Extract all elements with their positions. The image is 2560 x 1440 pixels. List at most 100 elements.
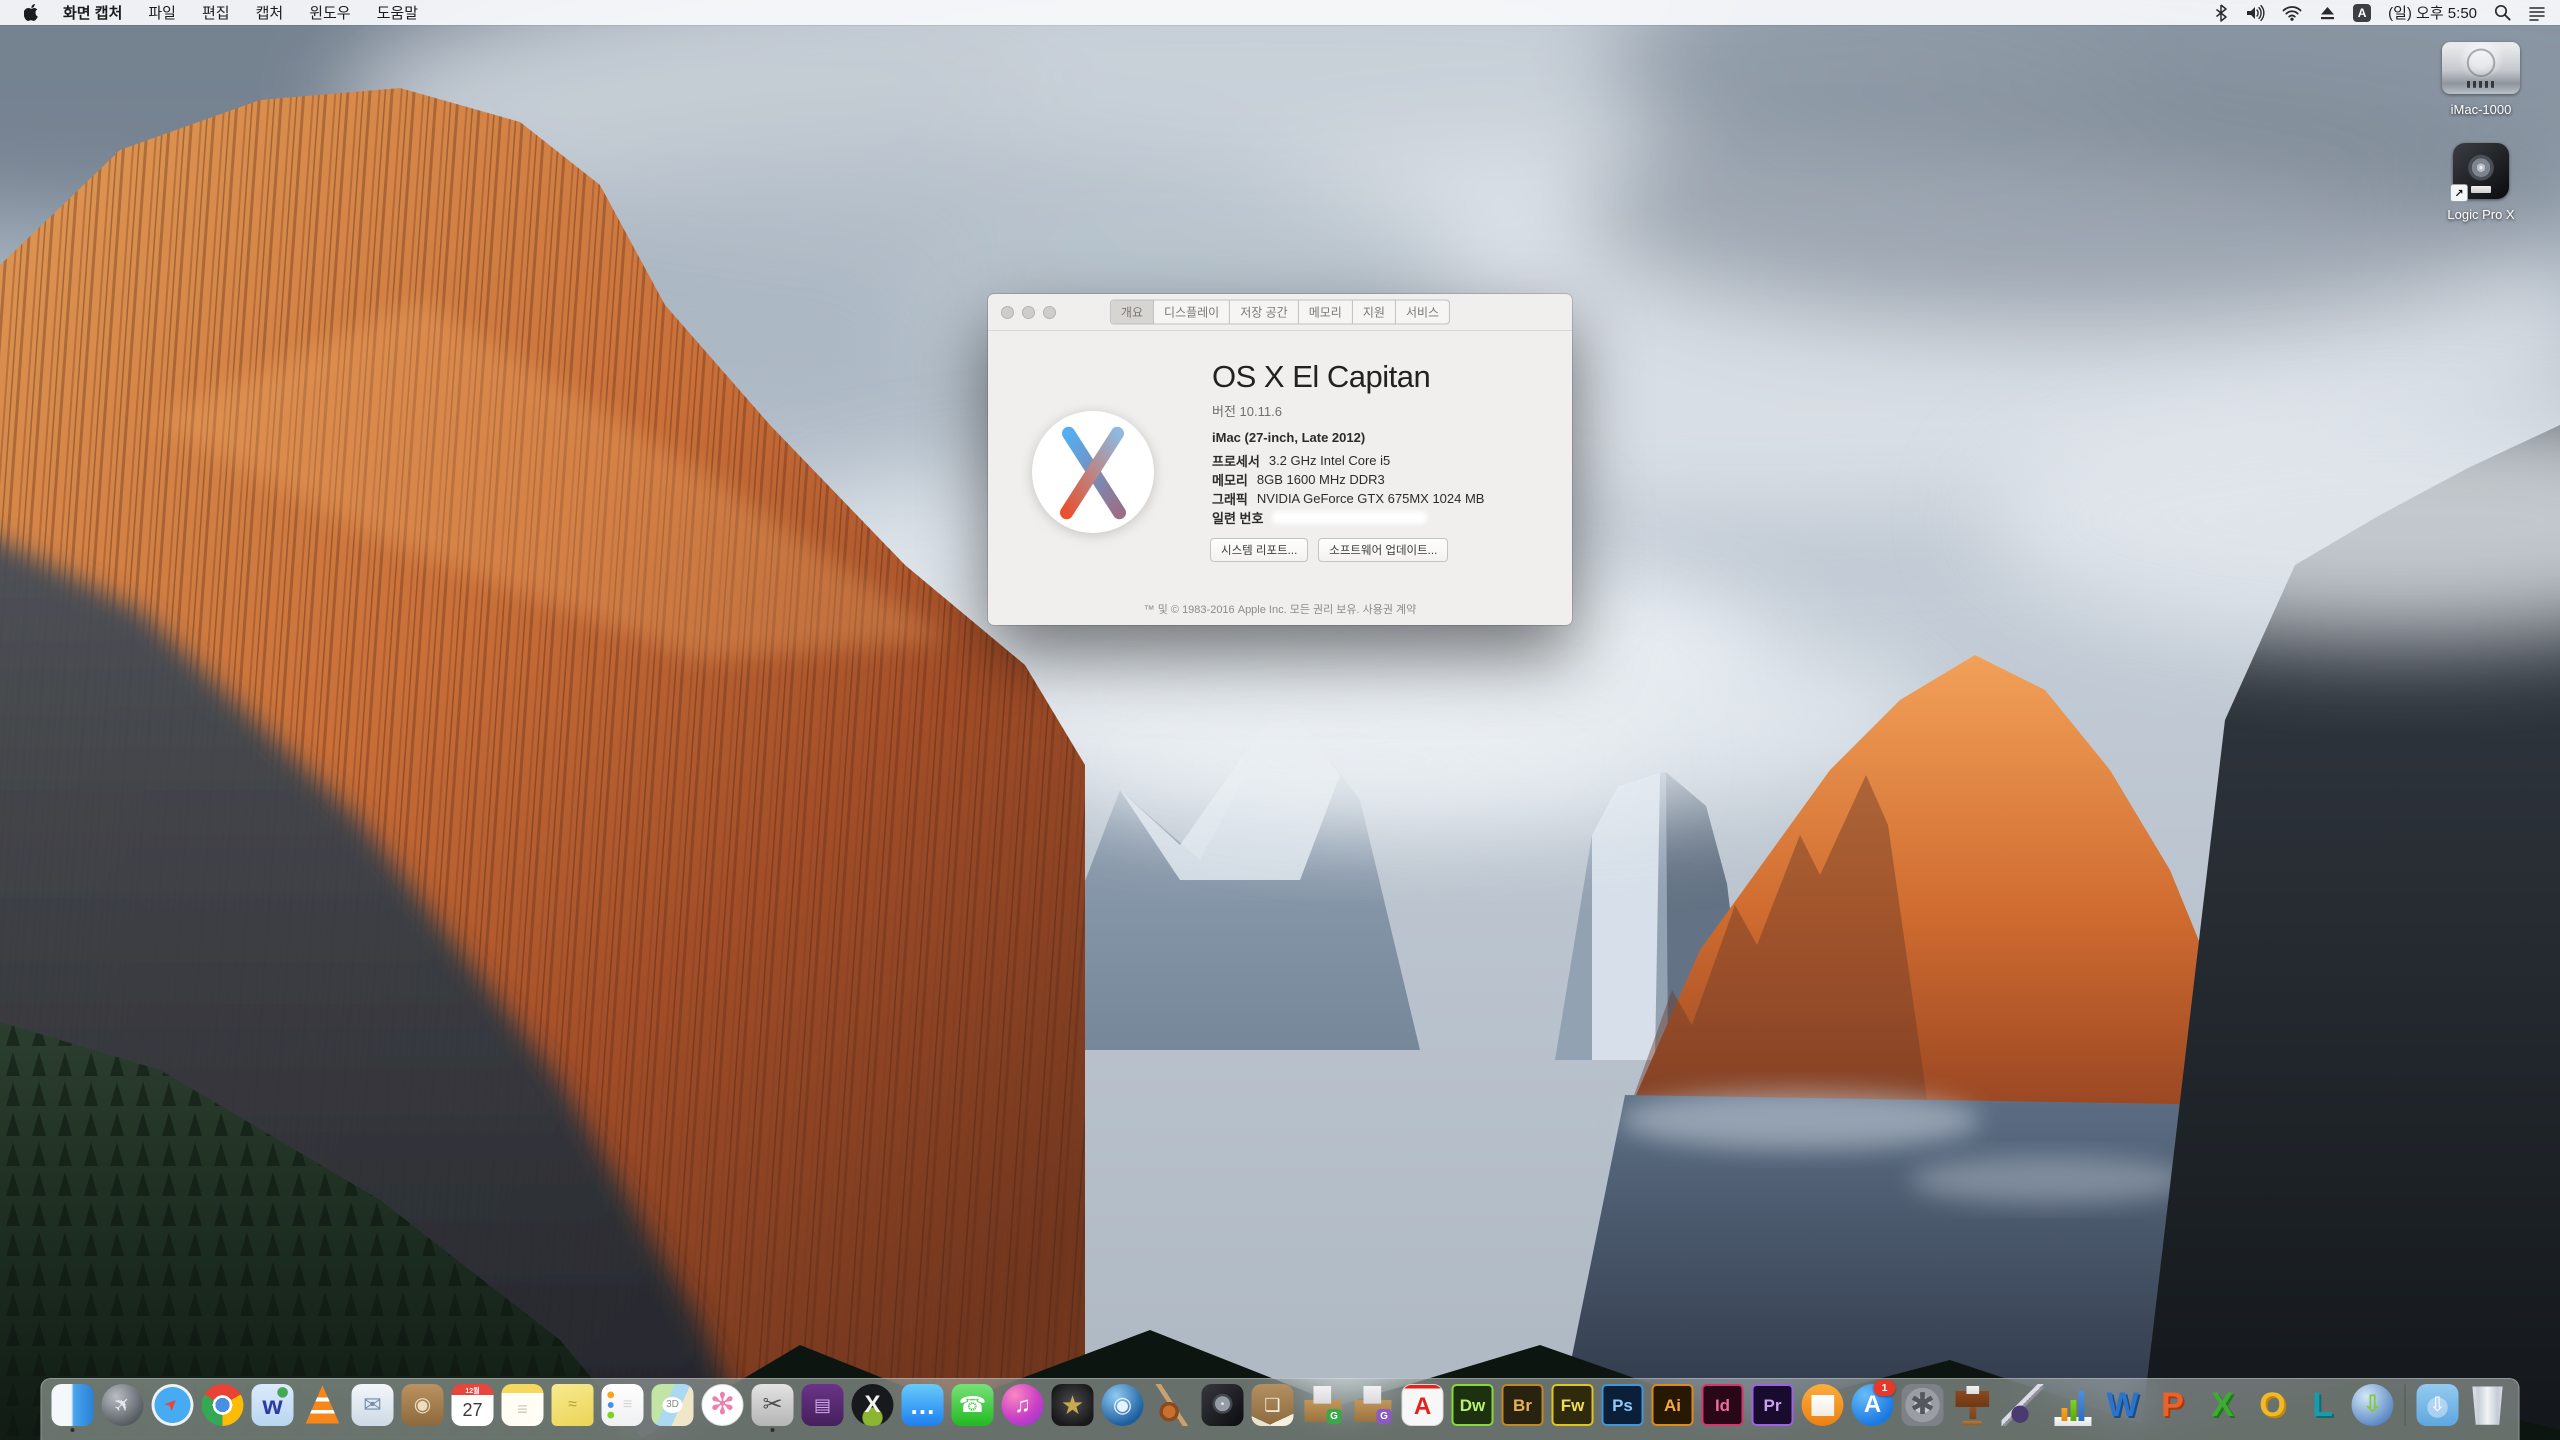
powerpoint-dock-item[interactable]: P [2152, 1384, 2194, 1432]
web-downloader-dock-item[interactable]: ⇩ [2352, 1384, 2394, 1432]
stickies-glyph: ≈ [568, 1397, 577, 1413]
tab-1[interactable]: 디스플레이 [1154, 301, 1230, 324]
downloads-folder-icon: ⇩ [2417, 1384, 2459, 1426]
webhard-dock-item[interactable]: w [252, 1384, 294, 1432]
tab-4[interactable]: 지원 [1353, 301, 1396, 324]
system-preferences-dock-item[interactable]: ✱ [1902, 1384, 1944, 1432]
notes-glyph: ≡ [517, 1400, 528, 1418]
volume-icon[interactable] [2245, 4, 2265, 22]
word-dock-item[interactable]: W [2102, 1384, 2144, 1432]
eject-icon[interactable] [2319, 5, 2336, 21]
software-update-button[interactable]: 소프트웨어 업데이트... [1318, 538, 1448, 562]
keynote-dock-item[interactable] [1952, 1384, 1994, 1432]
close-button[interactable] [1001, 306, 1014, 319]
excel-icon: X [2202, 1384, 2244, 1426]
mail-dock-item[interactable]: ✉ [352, 1384, 394, 1432]
photos-dock-item[interactable]: ✻ [702, 1384, 744, 1432]
garageband-dock-item[interactable] [1152, 1384, 1194, 1432]
premiere-dock-item[interactable]: Pr [1752, 1384, 1794, 1432]
about-buttons: 시스템 리포트... 소프트웨어 업데이트... [1210, 538, 1448, 562]
menu-item-1[interactable]: 파일 [148, 2, 176, 23]
input-source-badge[interactable]: A [2353, 4, 2371, 22]
photo-collage-dock-item[interactable]: ❏ [1252, 1384, 1294, 1432]
system-preferences-glyph: ✱ [1910, 1390, 1935, 1420]
stickies-dock-item[interactable]: ≈ [552, 1384, 594, 1432]
word-icon: W [2102, 1384, 2144, 1426]
spec-label-1: 메모리 [1212, 470, 1248, 489]
window-titlebar[interactable]: 개요디스플레이저장 공간메모리지원서비스 [988, 294, 1572, 331]
minimize-button[interactable] [1022, 306, 1035, 319]
spotlight-icon[interactable] [2494, 4, 2511, 21]
itunes-dock-item[interactable]: ♫ [1002, 1384, 1044, 1432]
logic-pro-x-icon: ↗ [2453, 143, 2509, 199]
notification-center-icon[interactable] [2528, 5, 2546, 21]
tab-3[interactable]: 메모리 [1299, 301, 1353, 324]
chrome-dock-item[interactable] [202, 1384, 244, 1432]
launchpad-dock-item[interactable]: ✈ [102, 1384, 144, 1432]
messages-dock-item[interactable]: … [902, 1384, 944, 1432]
status-menu-area: A (일) 오후 5:50 [2214, 2, 2546, 23]
bluetooth-icon[interactable] [2214, 4, 2228, 22]
numbers-dock-item[interactable] [2052, 1384, 2094, 1432]
menu-item-4[interactable]: 윈도우 [309, 2, 350, 23]
downloads-folder-dock-item[interactable]: ⇩ [2417, 1384, 2459, 1432]
apple-menu[interactable] [24, 4, 39, 21]
menu-item-2[interactable]: 편집 [202, 2, 230, 23]
photoshop-dock-item[interactable]: Ps [1602, 1384, 1644, 1432]
photos-icon: ✻ [702, 1384, 744, 1426]
archive-expander-dock-item[interactable]: G [1302, 1384, 1344, 1432]
notes-dock-item[interactable]: ≡ [502, 1384, 544, 1432]
tab-2[interactable]: 저장 공간 [1230, 301, 1299, 324]
bridge-dock-item[interactable]: Br [1502, 1384, 1544, 1432]
vlc-dock-item[interactable] [302, 1384, 344, 1432]
ibooks-dock-item[interactable] [1802, 1384, 1844, 1432]
imovie-dock-item[interactable]: ★ [1052, 1384, 1094, 1432]
system-report-button[interactable]: 시스템 리포트... [1210, 538, 1308, 562]
contacts-dock-item[interactable]: ◉ [402, 1384, 444, 1432]
grab-screen-capture-dock-item[interactable]: ✂ [752, 1384, 794, 1432]
safari-dock-item[interactable]: ➤ [152, 1384, 194, 1432]
os-title-main: OS X [1212, 359, 1284, 394]
pages-icon [2002, 1384, 2044, 1426]
illustrator-dock-item[interactable]: Ai [1652, 1384, 1694, 1432]
logic-pro-icon [1202, 1384, 1244, 1426]
pages-dock-item[interactable] [2002, 1384, 2044, 1432]
menu-item-5[interactable]: 도움말 [377, 2, 418, 23]
zoom-button[interactable] [1043, 306, 1056, 319]
desktop-icon-imac-1000[interactable]: iMac-1000 [2426, 42, 2536, 117]
excel-dock-item[interactable]: X [2202, 1384, 2244, 1432]
outlook-glyph: O [2259, 1388, 2285, 1422]
trash-dock-item[interactable] [2467, 1384, 2509, 1432]
lync-dock-item[interactable]: L [2302, 1384, 2344, 1432]
reminders-glyph: ≡ [623, 1397, 632, 1413]
menu-item-3[interactable]: 캡처 [256, 2, 284, 23]
dreamweaver-dock-item[interactable]: Dw [1452, 1384, 1494, 1432]
desktop-icon-area: iMac-1000 ↗ Logic Pro X [2426, 42, 2536, 222]
facetime-dock-item[interactable]: ☎ [952, 1384, 994, 1432]
toast-dock-item[interactable]: ▤ [802, 1384, 844, 1432]
maps-dock-item[interactable]: 3D [652, 1384, 694, 1432]
x-media-dock-item[interactable]: X [852, 1384, 894, 1432]
finder-dock-item[interactable] [52, 1384, 94, 1432]
app-store-dock-item[interactable]: A1 [1852, 1384, 1894, 1432]
mail-glyph: ✉ [363, 1394, 381, 1416]
outlook-dock-item[interactable]: O [2252, 1384, 2294, 1432]
calendar-dock-item[interactable]: 2712월 [452, 1384, 494, 1432]
wifi-icon[interactable] [2282, 5, 2302, 21]
tab-0[interactable]: 개요 [1111, 301, 1154, 324]
reminders-dock-item[interactable]: ≡ [602, 1384, 644, 1432]
excel-glyph: X [2211, 1388, 2234, 1422]
menu-bar: 화면 캡처 파일 편집 캡처 윈도우 도움말 A (일) 오후 5:50 [0, 0, 2560, 25]
menu-item-0[interactable]: 화면 캡처 [63, 2, 122, 23]
fireworks-dock-item[interactable]: Fw [1552, 1384, 1594, 1432]
logic-pro-dock-item[interactable] [1202, 1384, 1244, 1432]
menu-clock[interactable]: (일) 오후 5:50 [2388, 2, 2477, 23]
acrobat-reader-dock-item[interactable]: A [1402, 1384, 1444, 1432]
desktop-icon-logic-pro-x[interactable]: ↗ Logic Pro X [2426, 143, 2536, 222]
keynote-icon [1952, 1384, 1994, 1426]
dvd-player-dock-item[interactable]: ◉ [1102, 1384, 1144, 1432]
tab-5[interactable]: 서비스 [1396, 301, 1449, 324]
itunes-glyph: ♫ [1014, 1394, 1031, 1416]
archive-compressor-dock-item[interactable]: G [1352, 1384, 1394, 1432]
indesign-dock-item[interactable]: Id [1702, 1384, 1744, 1432]
